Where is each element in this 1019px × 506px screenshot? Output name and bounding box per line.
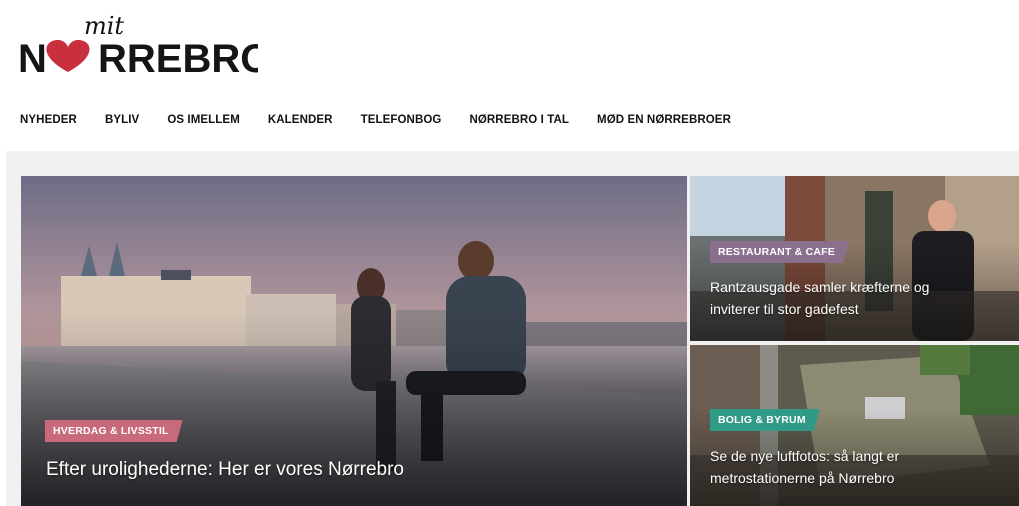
hero-category-tag[interactable]: HVERDAG & LIVSSTIL [45,420,183,442]
nav-item-os-imellem[interactable]: OS IMELLEM [167,114,240,126]
hero-article-title[interactable]: Efter urolighederne: Her er vores Nørreb… [46,459,404,481]
nav-item-norrebro-i-tal[interactable]: NØRREBRO I TAL [469,114,569,126]
nav-item-byliv[interactable]: BYLIV [105,114,139,126]
side-top-article-title[interactable]: Rantzausgade samler kræfterne og inviter… [710,276,970,320]
heart-icon [46,40,90,72]
logo-top-text: mit [84,12,124,40]
side-top-category-tag[interactable]: RESTAURANT & CAFE [710,241,849,263]
nav-item-kalender[interactable]: KALENDER [268,114,333,126]
hero-article-card[interactable]: HVERDAG & LIVSSTIL Efter urolighederne: … [21,176,687,506]
side-bottom-article-title[interactable]: Se de nye luftfotos: så langt er metrost… [710,445,970,489]
site-logo[interactable]: mit N RREBRO [18,12,258,78]
svg-text:N: N [18,37,47,78]
nav-item-telefonbog[interactable]: TELEFONBOG [361,114,442,126]
side-bottom-category-tag[interactable]: BOLIG & BYRUM [710,409,820,431]
side-article-card-bottom[interactable]: BOLIG & BYRUM Se de nye luftfotos: så la… [690,345,1019,506]
svg-text:RREBRO: RREBRO [98,37,258,78]
side-article-card-top[interactable]: RESTAURANT & CAFE Rantzausgade samler kr… [690,176,1019,341]
site-header: mit N RREBRO NYHEDER BYLIV OS IMELLEM KA… [0,0,1019,150]
nav-item-nyheder[interactable]: NYHEDER [20,114,77,126]
main-nav: NYHEDER BYLIV OS IMELLEM KALENDER TELEFO… [20,114,759,126]
nav-item-mod-en-norrebroer[interactable]: MØD EN NØRREBROER [597,114,731,126]
